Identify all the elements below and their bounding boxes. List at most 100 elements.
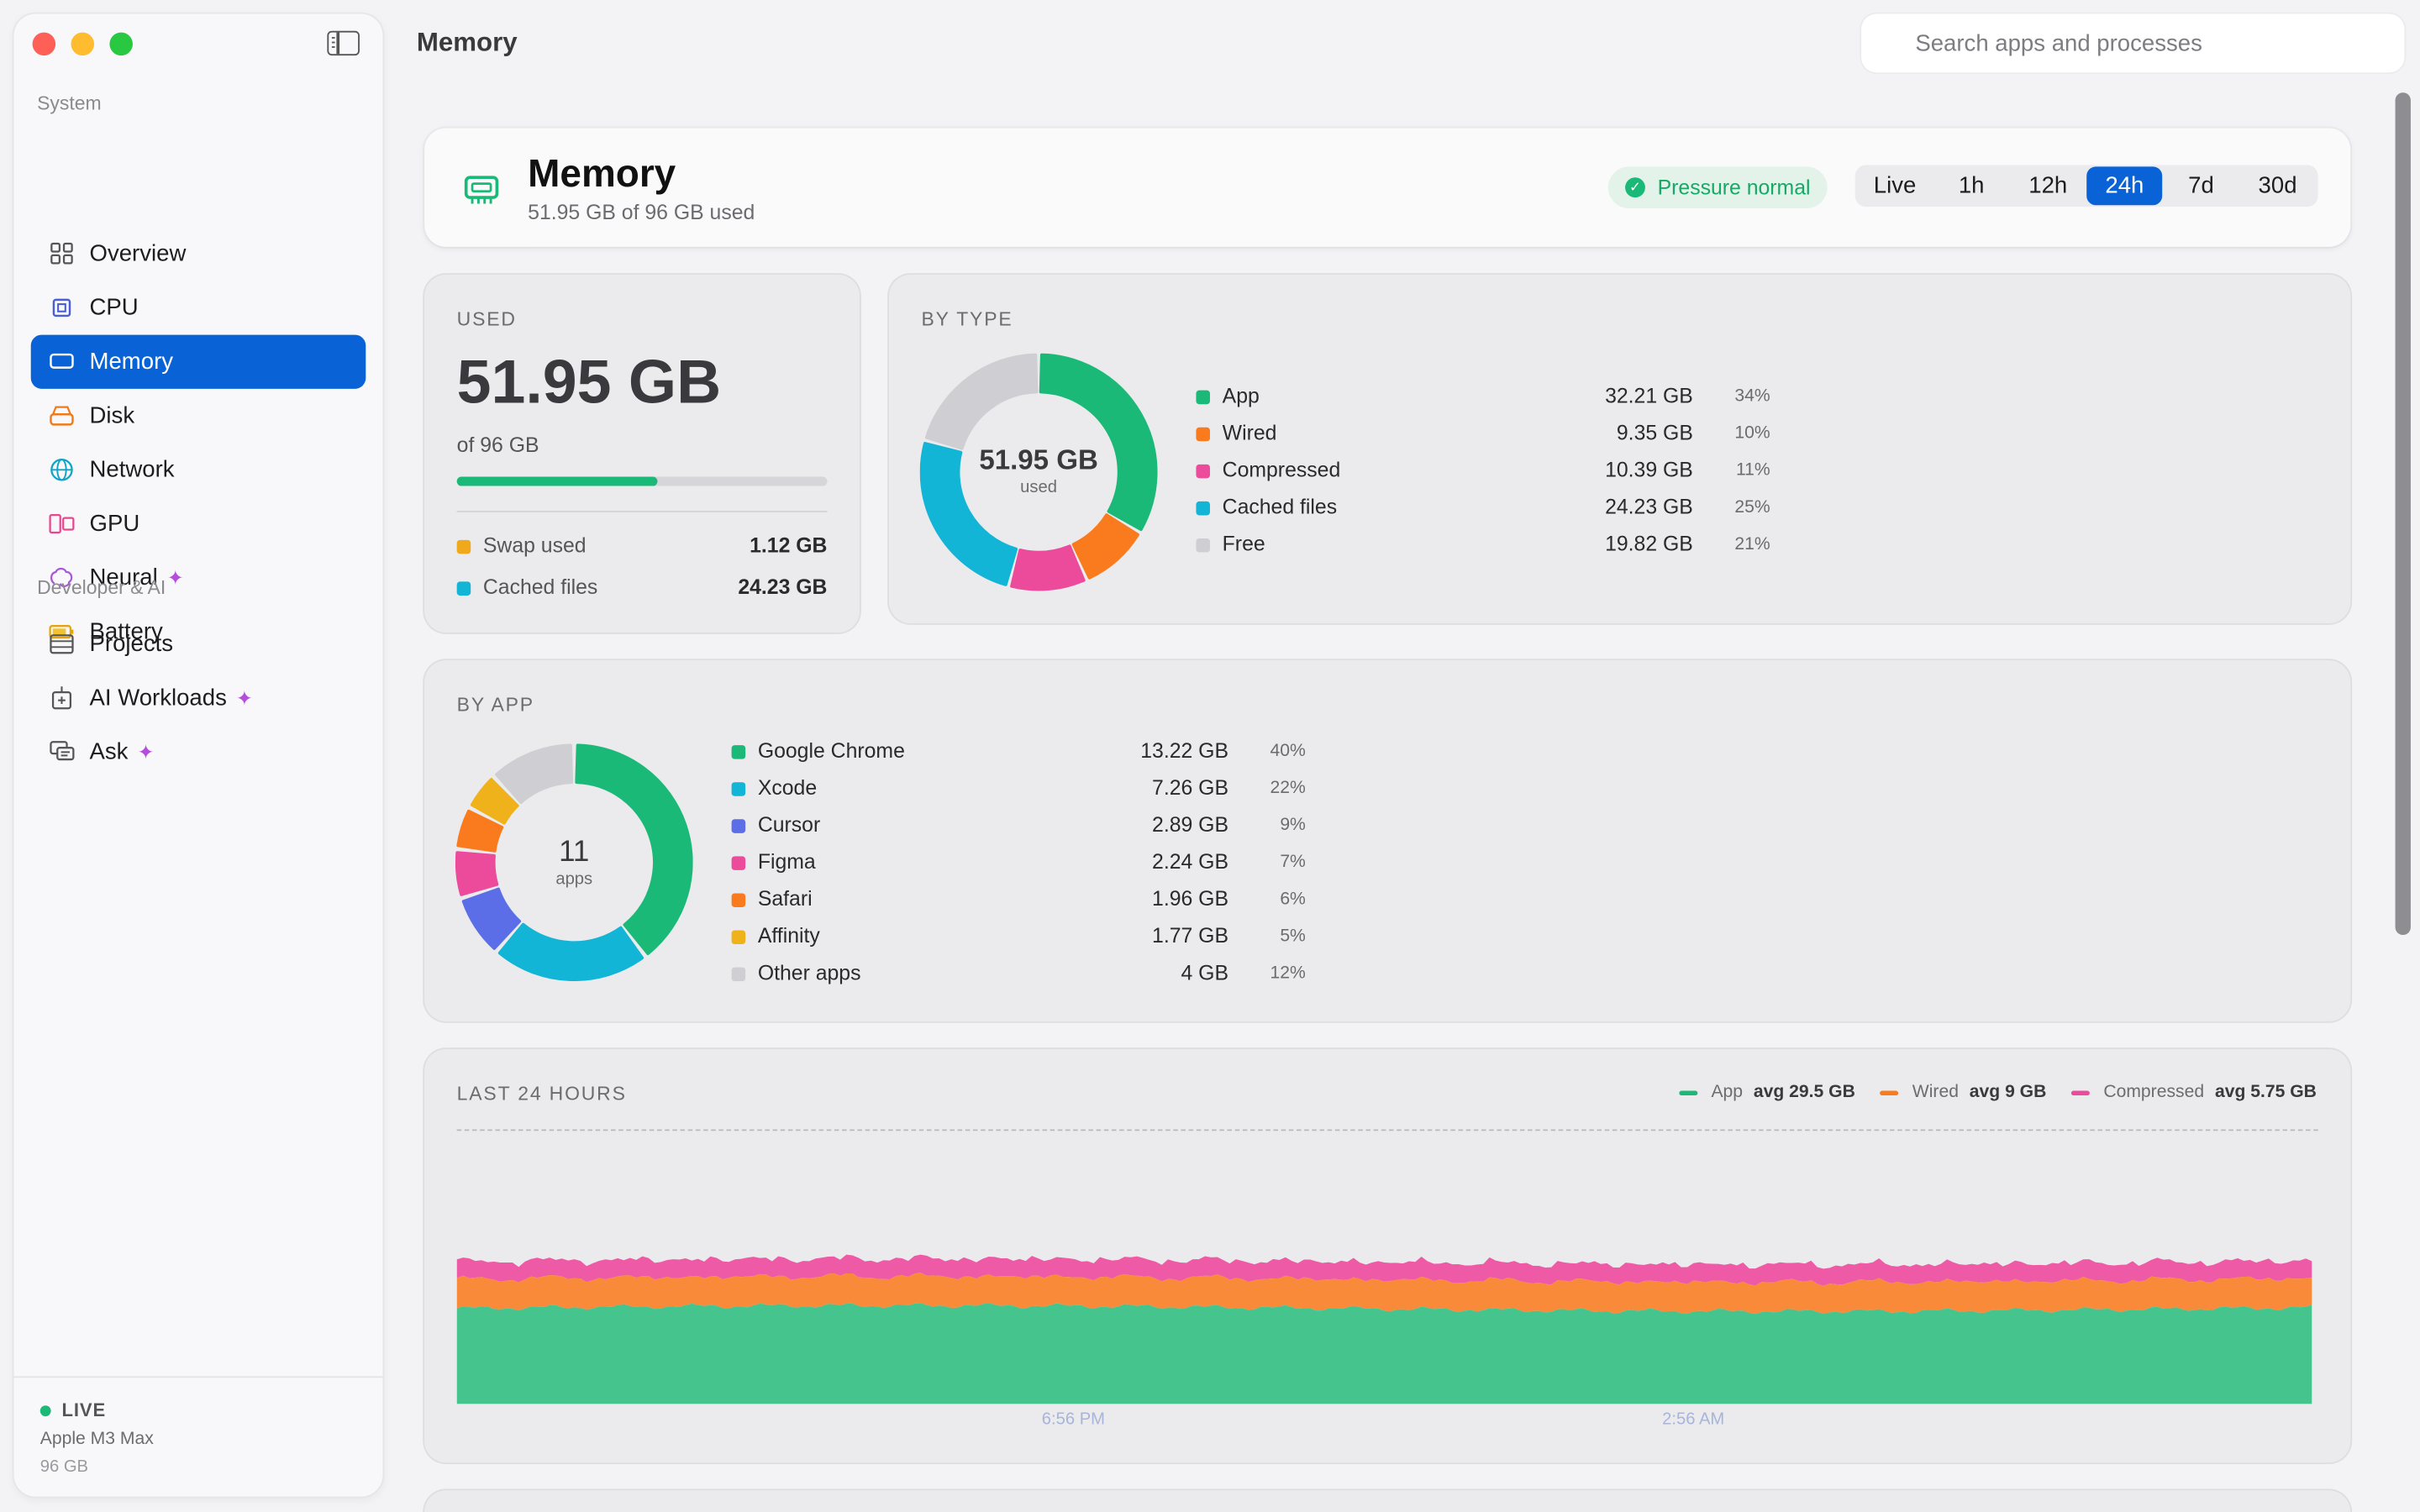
window-controls (32, 32, 133, 56)
legend-percent: 21% (1734, 535, 1770, 554)
sidebar-item-label: CPU (89, 294, 139, 322)
legend-row[interactable]: Xcode 7.26 GB 22% (731, 775, 1306, 804)
legend-swatch (1196, 390, 1210, 405)
legend-row[interactable]: Other apps 4 GB 12% (731, 961, 1306, 989)
legend-percent: 5% (1280, 927, 1306, 946)
stacked-area-chart (456, 1254, 2312, 1404)
by-app-label: BY APP (456, 694, 534, 717)
sidebar-item-ai-workloads[interactable]: AI Workloads ✦ (31, 671, 366, 725)
sidebar-item-network[interactable]: Network (31, 443, 366, 496)
legend-name: Free (1222, 532, 1265, 556)
sidebar-item-gpu[interactable]: GPU (31, 496, 366, 550)
close-window-button[interactable] (32, 32, 56, 56)
swap-label: Swap used (456, 533, 587, 557)
donut-slice-compressed[interactable] (1010, 544, 1086, 591)
legend-value: 13.22 GB (1140, 738, 1229, 763)
page-title: Memory (416, 28, 518, 57)
hero-title: Memory (528, 152, 676, 197)
sidebar-item-projects[interactable]: Projects (31, 617, 366, 671)
range-live[interactable]: Live (1857, 166, 1933, 205)
legend-swatch (731, 745, 746, 759)
legend-value: 7.26 GB (1152, 775, 1229, 800)
sidebar-item-overview[interactable]: Overview (31, 227, 366, 281)
used-progress-fill (456, 476, 658, 486)
legend-swatch (731, 782, 746, 796)
legend-row[interactable]: Figma 2.24 GB 7% (731, 850, 1306, 878)
legend-name: Affinity (757, 924, 820, 948)
legend-percent: 12% (1270, 963, 1306, 983)
legend-swatch (731, 893, 746, 907)
legend-row[interactable]: Google Chrome 13.22 GB 40% (731, 738, 1306, 767)
sidebar-footer: LIVE Apple M3 Max 96 GB (13, 1376, 383, 1496)
by-type-center-label: used (1020, 478, 1057, 497)
sidebar-item-label: Ask (89, 738, 129, 766)
legend-value: 10.39 GB (1605, 458, 1693, 482)
legend-swatch (731, 856, 746, 870)
projects-icon (50, 634, 74, 654)
cached-row: Cached files 24.23 GB (456, 575, 827, 599)
sidebar-item-ask[interactable]: Ask ✦ (31, 725, 366, 779)
sidebar-item-cpu[interactable]: CPU (31, 281, 366, 334)
legend-row[interactable]: App 32.21 GB 34% (1196, 384, 1770, 412)
legend-row[interactable]: Cursor 2.89 GB 9% (731, 813, 1306, 841)
sidebar-item-label: Overview (89, 240, 187, 267)
donut-slice-xcode[interactable] (497, 922, 644, 982)
sidebar-item-disk[interactable]: Disk (31, 389, 366, 443)
legend-percent: 40% (1270, 742, 1306, 761)
legend-name: Other apps (757, 961, 861, 984)
used-of-total: of 96 GB (456, 433, 539, 457)
legend-swatch (1196, 538, 1210, 553)
donut-slice-free[interactable] (924, 353, 1039, 450)
sidebar-toggle-icon[interactable] (327, 30, 360, 56)
legend-percent: 7% (1280, 853, 1306, 872)
legend-wired: Wired avg 9 GB (1880, 1083, 2046, 1101)
sidebar-item-label: GPU (89, 510, 140, 538)
used-card: USED 51.95 GB of 96 GB Swap used 1.12 GB… (424, 274, 860, 633)
memory-hero-card: Memory 51.95 GB of 96 GB used Pressure n… (424, 128, 2351, 247)
legend-row[interactable]: Affinity 1.77 GB 5% (731, 924, 1306, 952)
legend-percent: 34% (1734, 387, 1770, 407)
legend-value: 1.96 GB (1152, 887, 1229, 911)
next-card-partial (424, 1490, 2351, 1512)
legend-name: Compressed (1222, 458, 1341, 482)
swap-value: 1.12 GB (750, 533, 828, 558)
by-app-center-value: 11 (559, 836, 590, 869)
sidebar: System Overview CPU Memory Disk Network GPU Ne… (13, 13, 383, 1497)
legend-name: Wired (1222, 421, 1277, 444)
x-tick-label: 2:56 AM (1662, 1410, 1725, 1429)
legend-row[interactable]: Free 19.82 GB 21% (1196, 533, 1770, 560)
minimize-window-button[interactable] (71, 32, 95, 56)
donut-slice-app[interactable] (1039, 353, 1158, 532)
scrollbar[interactable] (2395, 92, 2411, 936)
globe-icon (50, 459, 73, 481)
by-app-legend: Google Chrome 13.22 GB 40% Xcode 7.26 GB 22% C… (731, 738, 1306, 1001)
legend-row[interactable]: Cached files 24.23 GB 25% (1196, 496, 1770, 523)
legend-row[interactable]: Wired 9.35 GB 10% (1196, 421, 1770, 449)
sparkle-icon: ✦ (166, 565, 184, 589)
cpu-icon (52, 298, 71, 318)
range-7d[interactable]: 7d (2163, 166, 2239, 205)
search-input[interactable]: Search apps and processes (1861, 13, 2405, 73)
chat-icon (50, 741, 75, 761)
divider (456, 510, 828, 512)
range-1h[interactable]: 1h (1933, 166, 2010, 205)
by-type-card: BY TYPE 51.95 GB used App 32.21 GB 34% Wire… (888, 274, 2351, 624)
donut-slice-other-apps[interactable] (495, 743, 574, 804)
by-type-legend: App 32.21 GB 34% Wired 9.35 GB 10% Compressed 1… (1196, 384, 1770, 585)
range-12h[interactable]: 12h (2010, 166, 2086, 205)
sidebar-item-label: Memory (89, 349, 174, 375)
legend-percent: 9% (1280, 816, 1306, 835)
legend-swatch (1196, 427, 1210, 442)
sidebar-item-label: Projects (89, 631, 174, 658)
legend-row[interactable]: Safari 1.96 GB 6% (731, 887, 1306, 915)
ai-workloads-icon (51, 686, 72, 710)
sidebar-item-memory[interactable]: Memory (30, 334, 366, 389)
zoom-window-button[interactable] (109, 32, 133, 56)
legend-row[interactable]: Compressed 10.39 GB 11% (1196, 458, 1770, 486)
used-label: USED (456, 308, 517, 331)
range-24h[interactable]: 24h (2086, 166, 2163, 206)
donut-slice-wired[interactable] (1071, 513, 1139, 580)
sidebar-item-label: Disk (89, 402, 135, 429)
range-30d[interactable]: 30d (2239, 166, 2316, 205)
hero-subtitle: 51.95 GB of 96 GB used (528, 200, 755, 224)
